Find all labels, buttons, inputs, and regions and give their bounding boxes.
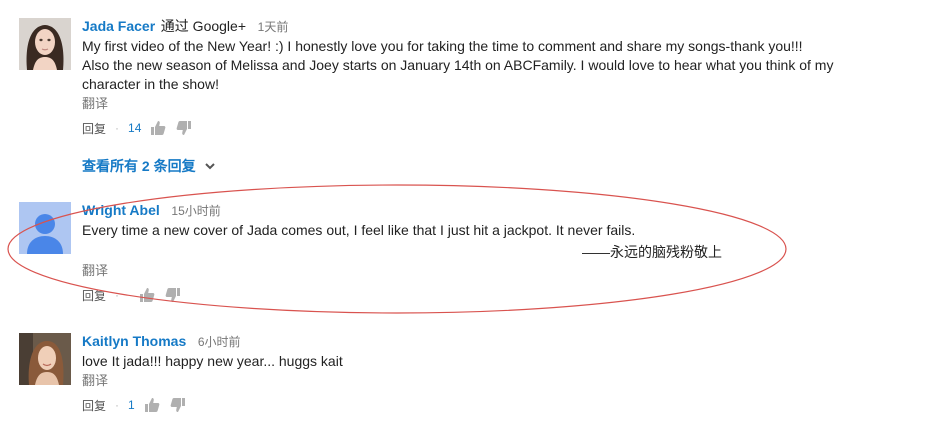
author-name[interactable]: Wright Abel [82, 202, 160, 218]
like-count: 1 [128, 398, 135, 412]
comment-text: My first video of the New Year! :) I hon… [82, 37, 882, 94]
author-name[interactable]: Jada Facer [82, 18, 155, 34]
default-avatar-icon[interactable] [19, 202, 71, 254]
timestamp[interactable]: 15小时前 [171, 204, 220, 218]
avatar-kaitlyn-thomas[interactable] [19, 333, 71, 385]
comment-line: Also the new season of Melissa and Joey … [82, 57, 834, 73]
view-all-replies-label: 查看所有 2 条回复 [82, 158, 196, 174]
via-google-plus: 通过 Google+ [160, 18, 247, 34]
avatar-jada-facer[interactable] [19, 18, 71, 70]
chevron-down-icon [204, 163, 215, 170]
comment-text: Every time a new cover of Jada comes out… [82, 221, 882, 240]
thumbs-up-icon[interactable] [139, 287, 155, 303]
comment-header: Jada Facer 通过 Google+ 1天前 [82, 18, 882, 35]
timestamp[interactable]: 1天前 [258, 20, 289, 34]
thumbs-up-icon[interactable] [150, 120, 166, 136]
author-name[interactable]: Kaitlyn Thomas [82, 333, 186, 349]
comment-line: character in the show! [82, 76, 219, 92]
comment-body: Kaitlyn Thomas 6小时前 love It jada!!! happ… [82, 333, 882, 414]
separator-dot: · [115, 121, 120, 135]
comment-actions: 回复 · [82, 286, 882, 304]
comment-text: love It jada!!! happy new year... huggs … [82, 352, 882, 371]
comment-line: love It jada!!! happy new year... huggs … [82, 353, 343, 369]
handwritten-signature-annotation: ——永远的脑残粉敬上 [582, 244, 722, 260]
thumbs-down-icon[interactable] [165, 287, 181, 303]
separator-dot: · [115, 288, 120, 302]
view-all-replies-link[interactable]: 查看所有 2 条回复 [82, 156, 216, 176]
comment-line: My first video of the New Year! :) I hon… [82, 38, 803, 54]
comment-body: Wright Abel 15小时前 Every time a new cover… [82, 202, 882, 304]
translate-link[interactable]: 翻译 [82, 372, 882, 390]
thumbs-up-icon[interactable] [144, 397, 160, 413]
separator-dot: · [115, 398, 120, 412]
timestamp[interactable]: 6小时前 [198, 335, 241, 349]
thumbs-down-icon[interactable] [170, 397, 186, 413]
reply-button[interactable]: 回复 [82, 120, 106, 137]
translate-link[interactable]: 翻译 [82, 262, 882, 280]
translate-link[interactable]: 翻译 [82, 95, 882, 113]
comment-actions: 回复 · 14 [82, 119, 882, 137]
comment-body: Jada Facer 通过 Google+ 1天前 My first video… [82, 18, 882, 137]
thumbs-down-icon[interactable] [176, 120, 192, 136]
comment-header: Wright Abel 15小时前 [82, 202, 882, 219]
reply-button[interactable]: 回复 [82, 287, 106, 304]
comment-line: Every time a new cover of Jada comes out… [82, 222, 636, 238]
comment-header: Kaitlyn Thomas 6小时前 [82, 333, 882, 350]
comment-actions: 回复 · 1 [82, 396, 882, 414]
reply-button[interactable]: 回复 [82, 397, 106, 414]
like-count: 14 [128, 121, 142, 135]
